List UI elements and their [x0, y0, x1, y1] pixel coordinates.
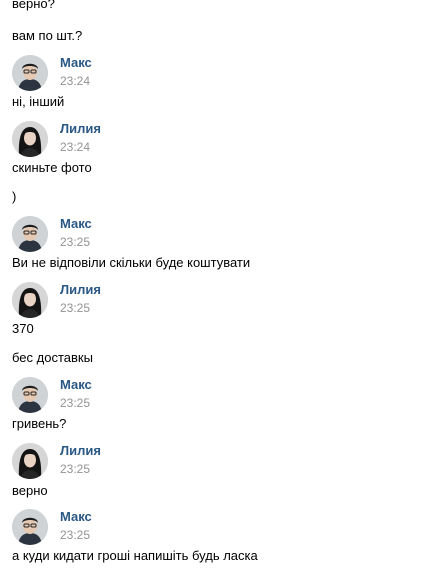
message-timestamp[interactable]: 23:25: [60, 528, 90, 542]
message-timestamp[interactable]: 23:25: [60, 462, 90, 476]
avatar-maks[interactable]: [12, 377, 48, 413]
message-text: вам по шт.?: [12, 28, 83, 43]
message-text: 370: [12, 321, 34, 336]
author-name-link[interactable]: Лилия: [60, 282, 101, 297]
message-text: гривень?: [12, 416, 67, 431]
message-text: верно: [12, 483, 48, 498]
message-text: ): [12, 189, 17, 204]
message-text: верно?: [12, 0, 55, 11]
author-name-link[interactable]: Макс: [60, 216, 92, 231]
message-text: ні, інший: [12, 94, 65, 109]
author-name-link[interactable]: Макс: [60, 509, 92, 524]
message-timestamp[interactable]: 23:25: [60, 235, 90, 249]
message-timestamp[interactable]: 23:24: [60, 74, 90, 88]
avatar-maks[interactable]: [12, 216, 48, 252]
message-timestamp[interactable]: 23:25: [60, 301, 90, 315]
avatar-liliya[interactable]: [12, 282, 48, 318]
avatar-liliya[interactable]: [12, 121, 48, 157]
avatar-maks[interactable]: [12, 55, 48, 91]
message-text: бес доставкы: [12, 350, 93, 365]
message-text: а куди кидати гроші напишіть будь ласка: [12, 548, 258, 563]
message-timestamp[interactable]: 23:25: [60, 396, 90, 410]
chat-history: верно? вам по шт.? Макс 23:24 ні, інший …: [0, 0, 436, 568]
author-name-link[interactable]: Макс: [60, 377, 92, 392]
avatar-liliya[interactable]: [12, 443, 48, 479]
message-timestamp[interactable]: 23:24: [60, 140, 90, 154]
author-name-link[interactable]: Лилия: [60, 121, 101, 136]
message-text: скиньте фото: [12, 160, 92, 175]
message-text: Ви не відповіли скільки буде коштувати: [12, 255, 251, 270]
author-name-link[interactable]: Лилия: [60, 443, 101, 458]
avatar-maks[interactable]: [12, 509, 48, 545]
author-name-link[interactable]: Макс: [60, 55, 92, 70]
